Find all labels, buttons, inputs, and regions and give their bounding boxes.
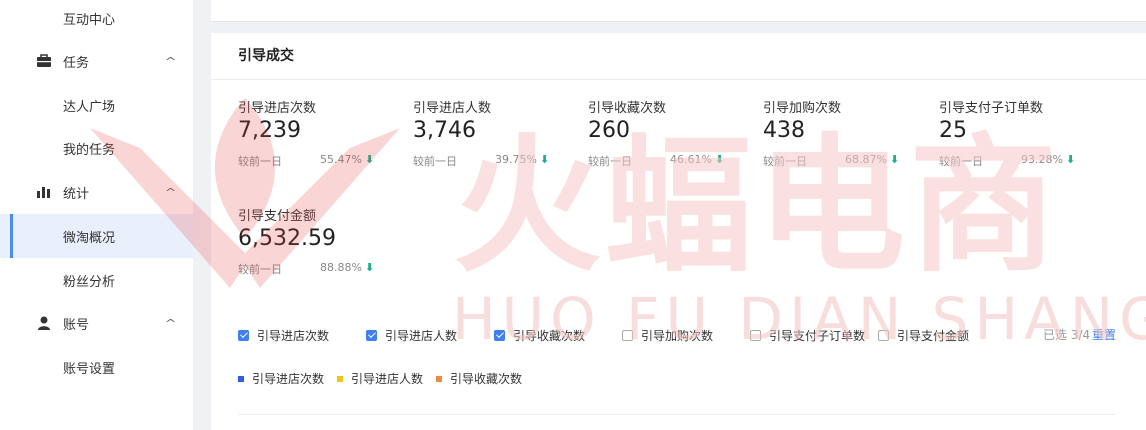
metric-compare: 较前一日 (939, 155, 983, 168)
sidebar-item-my-tasks[interactable]: 我的任务 (0, 126, 193, 170)
legend-swatch (436, 375, 442, 382)
sidebar-group-label: 任务 (63, 55, 90, 71)
sidebar-group-tasks[interactable]: 任务 ^ (0, 39, 193, 83)
user-icon (36, 315, 52, 331)
checkbox-box[interactable] (878, 330, 889, 341)
sidebar-group-label: 统计 (63, 186, 90, 202)
metric-add-to-cart: 引导加购次数 438 较前一日 68.87% ⬇ (763, 97, 933, 168)
checkbox-visits[interactable]: 引导进店次数 (238, 327, 329, 344)
checkbox-label: 引导加购次数 (641, 329, 714, 343)
card-title: 引导成交 (238, 48, 294, 64)
legend-swatch (238, 375, 244, 382)
checkbox-label: 引导进店人数 (385, 329, 458, 343)
checkbox-paid-amount[interactable]: 引导支付金额 (878, 327, 969, 344)
chevron-up-icon[interactable]: ^ (165, 186, 177, 199)
metric-label: 引导进店人数 (413, 101, 492, 116)
checkbox-box[interactable] (238, 330, 249, 341)
checkbox-box[interactable] (494, 330, 505, 341)
checkbox-add-to-cart[interactable]: 引导加购次数 (622, 327, 713, 344)
metric-favorites: 引导收藏次数 260 较前一日 46.61% ⬇ (588, 97, 758, 168)
checkbox-box[interactable] (366, 330, 377, 341)
metric-change: 88.88% (320, 261, 362, 274)
legend-swatch (337, 375, 343, 382)
sidebar-item-overview[interactable]: 微淘概况 (0, 214, 193, 258)
arrow-down-icon: ⬇ (1066, 153, 1076, 166)
metric-compare: 较前一日 (588, 155, 632, 168)
metric-value: 6,532.59 (238, 226, 336, 251)
checkbox-label: 引导进店次数 (257, 329, 330, 343)
metric-value: 438 (763, 118, 805, 143)
sidebar-item-account-settings[interactable]: 账号设置 (0, 345, 193, 389)
checkbox-label: 引导支付子订单数 (769, 329, 866, 343)
metric-paid-amount: 引导支付金额 6,532.59 较前一日 88.88% ⬇ (238, 205, 408, 276)
sidebar-item-talent-plaza[interactable]: 达人广场 (0, 83, 193, 127)
sidebar-group-account[interactable]: 账号 ^ (0, 301, 193, 345)
metric-value: 3,746 (413, 118, 476, 143)
arrow-down-icon: ⬇ (365, 153, 375, 166)
metric-label: 引导收藏次数 (588, 101, 667, 116)
legend-label: 引导进店人数 (351, 372, 424, 386)
checkbox-paid-suborders[interactable]: 引导支付子订单数 (750, 327, 865, 344)
legend-label: 引导进店次数 (252, 372, 325, 386)
metric-change: 39.75% (495, 153, 537, 166)
metric-visitors: 引导进店人数 3,746 较前一日 39.75% ⬇ (413, 97, 583, 168)
metric-change: 68.87% (845, 153, 887, 166)
briefcase-icon (36, 53, 52, 69)
sidebar-item-fans-analysis[interactable]: 粉丝分析 (0, 258, 193, 302)
metric-visits: 引导进店次数 7,239 较前一日 55.47% ⬇ (238, 97, 408, 168)
metric-change: 55.47% (320, 153, 362, 166)
chevron-up-icon[interactable]: ^ (165, 55, 177, 68)
legend-label: 引导收藏次数 (450, 372, 523, 386)
selected-count: 已选 3/4 (1043, 328, 1091, 342)
arrow-down-icon: ⬇ (715, 153, 725, 166)
arrow-down-icon: ⬇ (890, 153, 900, 166)
metric-label: 引导进店次数 (238, 101, 317, 116)
sidebar-item-label: 达人广场 (63, 99, 116, 115)
checkbox-favorites[interactable]: 引导收藏次数 (494, 327, 585, 344)
sidebar-group-label: 账号 (63, 317, 90, 333)
sidebar-group-stats[interactable]: 统计 ^ (0, 170, 193, 214)
checkbox-label: 引导支付金额 (897, 329, 970, 343)
metric-label: 引导加购次数 (763, 101, 842, 116)
metric-label: 引导支付金额 (238, 209, 317, 224)
checkbox-label: 引导收藏次数 (513, 329, 586, 343)
bar-chart-icon (36, 184, 52, 200)
metric-value: 7,239 (238, 118, 301, 143)
metric-compare: 较前一日 (238, 263, 282, 276)
legend-item-visits[interactable]: 引导进店次数 (238, 370, 324, 387)
arrow-down-icon: ⬇ (540, 153, 550, 166)
chevron-up-icon[interactable]: ^ (165, 317, 177, 330)
previous-card (211, 0, 1146, 22)
metric-change: 46.61% (670, 153, 712, 166)
checkbox-box[interactable] (622, 330, 633, 341)
chart-top-border (238, 414, 1116, 415)
checkbox-box[interactable] (750, 330, 761, 341)
metric-compare: 较前一日 (763, 155, 807, 168)
legend-item-visitors[interactable]: 引导进店人数 (337, 370, 423, 387)
legend-item-favorites[interactable]: 引导收藏次数 (436, 370, 522, 387)
sidebar-item-label: 账号设置 (63, 361, 116, 377)
sidebar-item-label: 我的任务 (63, 142, 116, 158)
metric-paid-suborders: 引导支付子订单数 25 较前一日 93.28% ⬇ (939, 97, 1109, 168)
sidebar-item-interaction-center[interactable]: 互动中心 (0, 0, 193, 40)
metric-compare: 较前一日 (238, 155, 282, 168)
checkbox-visitors[interactable]: 引导进店人数 (366, 327, 457, 344)
metric-value: 25 (939, 118, 967, 143)
sidebar-item-label: 互动中心 (63, 12, 116, 28)
metric-value: 260 (588, 118, 630, 143)
reset-link[interactable]: 重置 (1092, 326, 1116, 343)
sidebar: 互动中心 任务 ^ 达人广场 我的任务 统计 ^ 微淘概况 粉丝分析 账号 ^ … (0, 0, 193, 430)
sidebar-item-label: 粉丝分析 (63, 274, 116, 290)
metric-change: 93.28% (1021, 153, 1063, 166)
sidebar-item-label: 微淘概况 (63, 230, 116, 246)
divider (211, 79, 1146, 80)
metric-label: 引导支付子订单数 (939, 101, 1044, 116)
arrow-down-icon: ⬇ (365, 261, 375, 274)
metric-compare: 较前一日 (413, 155, 457, 168)
